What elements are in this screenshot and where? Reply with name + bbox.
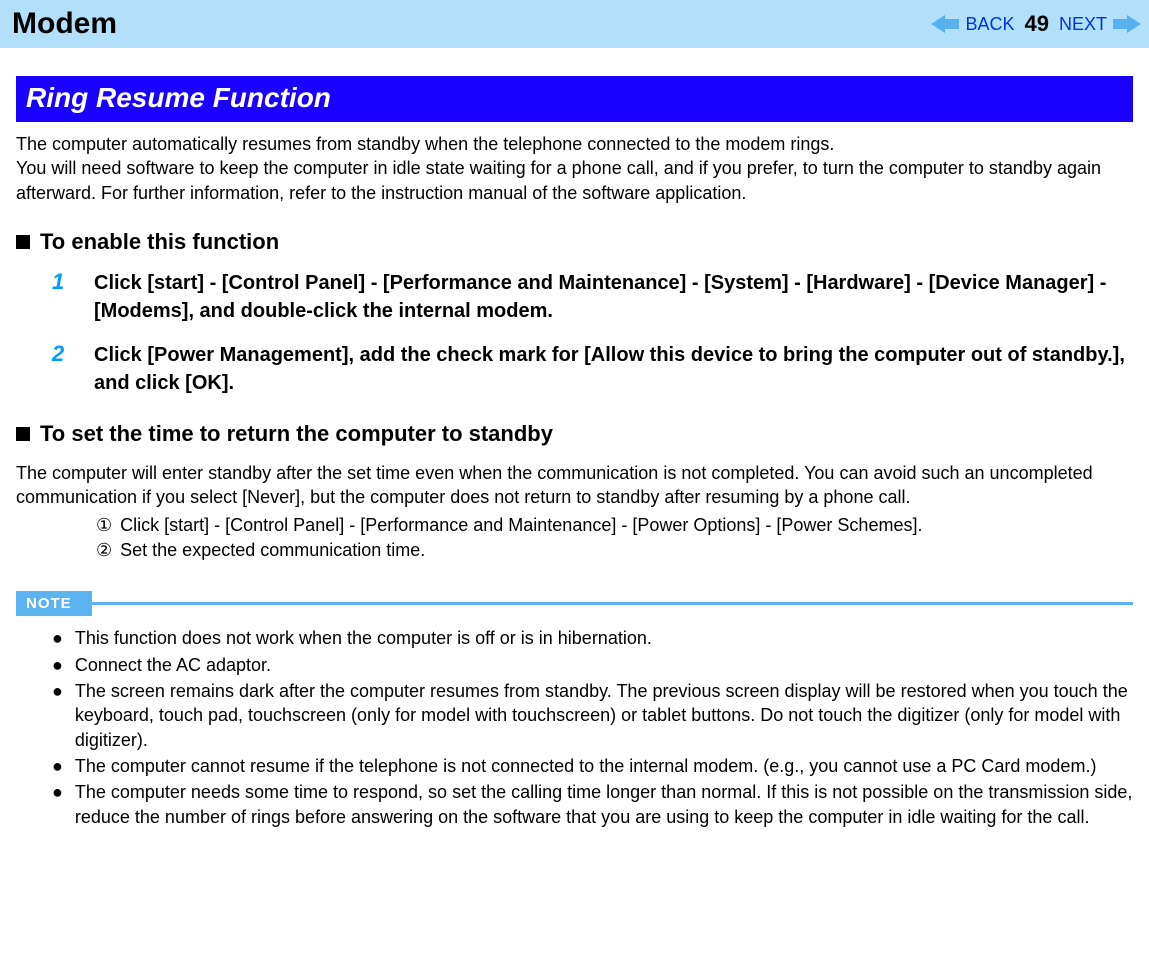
arrow-right-icon xyxy=(1113,15,1141,33)
note-block: NOTE ● This function does not work when … xyxy=(16,591,1133,828)
square-bullet-icon xyxy=(16,427,30,441)
bullet-icon: ● xyxy=(52,626,63,650)
enable-function-heading-text: To enable this function xyxy=(40,229,279,255)
bullet-icon: ● xyxy=(52,754,63,778)
list-item-text: The computer needs some time to respond,… xyxy=(75,780,1133,829)
list-item-text: The screen remains dark after the comput… xyxy=(75,679,1133,752)
step-text: Click [start] - [Control Panel] - [Perfo… xyxy=(94,269,1133,325)
section-title-bar: Ring Resume Function xyxy=(16,76,1133,122)
list-item-text: Connect the AC adaptor. xyxy=(75,653,271,677)
list-item: ● The computer cannot resume if the tele… xyxy=(52,754,1133,778)
circled-number-icon: ① xyxy=(96,515,112,536)
list-item: ● This function does not work when the c… xyxy=(52,626,1133,650)
circled-instruction-list: ① Click [start] - [Control Panel] - [Per… xyxy=(96,515,1133,561)
arrow-left-icon xyxy=(931,15,959,33)
set-time-heading-text: To set the time to return the computer t… xyxy=(40,421,553,447)
page-title: Modem xyxy=(12,7,117,41)
step-text: Click [Power Management], add the check … xyxy=(94,341,1133,397)
circled-number-icon: ② xyxy=(96,540,112,561)
next-link[interactable]: NEXT xyxy=(1059,14,1107,35)
step-number: 2 xyxy=(52,341,68,397)
set-time-paragraph: The computer will enter standby after th… xyxy=(16,461,1133,510)
page-header: Modem BACK 49 NEXT xyxy=(0,0,1149,48)
list-item: ● The computer needs some time to respon… xyxy=(52,780,1133,829)
page-number: 49 xyxy=(1025,11,1049,37)
header-nav: BACK 49 NEXT xyxy=(931,11,1141,37)
note-bullet-list: ● This function does not work when the c… xyxy=(52,626,1133,828)
note-label: NOTE xyxy=(16,591,92,616)
circled-item-text: Set the expected communication time. xyxy=(120,540,425,561)
set-time-heading: To set the time to return the computer t… xyxy=(16,421,1133,447)
enable-function-heading: To enable this function xyxy=(16,229,1133,255)
list-item: ● Connect the AC adaptor. xyxy=(52,653,1133,677)
list-item-text: This function does not work when the com… xyxy=(75,626,652,650)
circled-item-text: Click [start] - [Control Panel] - [Perfo… xyxy=(120,515,922,536)
bullet-icon: ● xyxy=(52,780,63,829)
step-number: 1 xyxy=(52,269,68,325)
page-content: Ring Resume Function The computer automa… xyxy=(0,48,1149,851)
circled-item: ① Click [start] - [Control Panel] - [Per… xyxy=(96,515,1133,536)
note-divider-line xyxy=(92,602,1133,605)
circled-item: ② Set the expected communication time. xyxy=(96,540,1133,561)
note-header: NOTE xyxy=(16,591,1133,616)
intro-paragraph: The computer automatically resumes from … xyxy=(16,132,1133,205)
list-item-text: The computer cannot resume if the teleph… xyxy=(75,754,1097,778)
square-bullet-icon xyxy=(16,235,30,249)
bullet-icon: ● xyxy=(52,653,63,677)
list-item: ● The screen remains dark after the comp… xyxy=(52,679,1133,752)
back-link[interactable]: BACK xyxy=(965,14,1014,35)
step-1: 1 Click [start] - [Control Panel] - [Per… xyxy=(52,269,1133,325)
step-2: 2 Click [Power Management], add the chec… xyxy=(52,341,1133,397)
bullet-icon: ● xyxy=(52,679,63,752)
